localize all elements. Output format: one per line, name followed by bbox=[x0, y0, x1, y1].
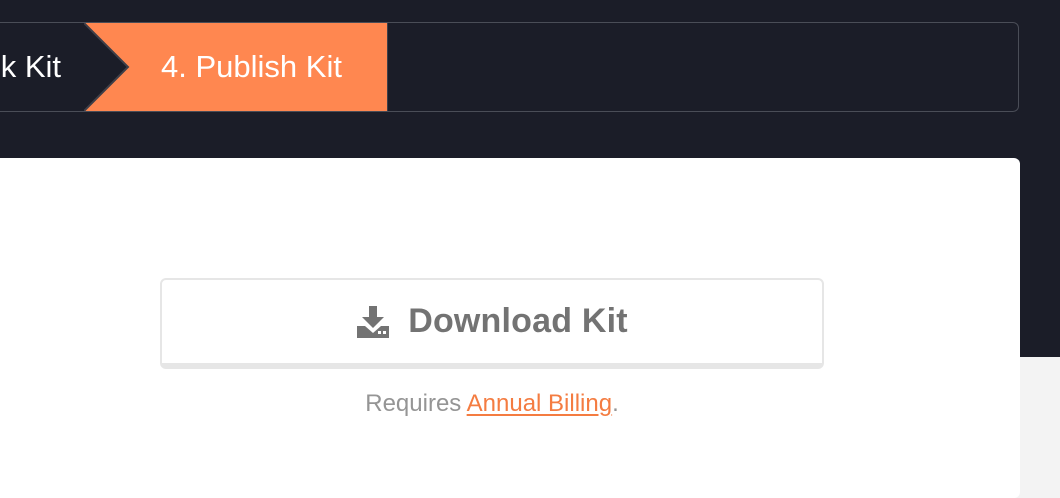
download-kit-button[interactable]: Download Kit bbox=[160, 278, 824, 369]
publish-card: Download Kit Requires Annual Billing. bbox=[0, 158, 1020, 498]
download-icon bbox=[357, 305, 390, 338]
download-kit-label: Download Kit bbox=[408, 302, 628, 340]
requirement-prefix: Requires bbox=[365, 390, 467, 417]
step-previous[interactable]: 3. Check Kit bbox=[0, 23, 91, 111]
step-separator-chevron bbox=[84, 23, 130, 111]
step-active-label: 4. Publish Kit bbox=[161, 49, 342, 84]
annual-billing-link[interactable]: Annual Billing bbox=[467, 390, 612, 417]
requirement-note: Requires Annual Billing. bbox=[160, 390, 824, 418]
kit-stepper: 3. Check Kit 4. Publish Kit bbox=[0, 22, 1019, 112]
step-previous-label: 3. Check Kit bbox=[0, 49, 61, 84]
requirement-suffix: . bbox=[612, 390, 619, 417]
